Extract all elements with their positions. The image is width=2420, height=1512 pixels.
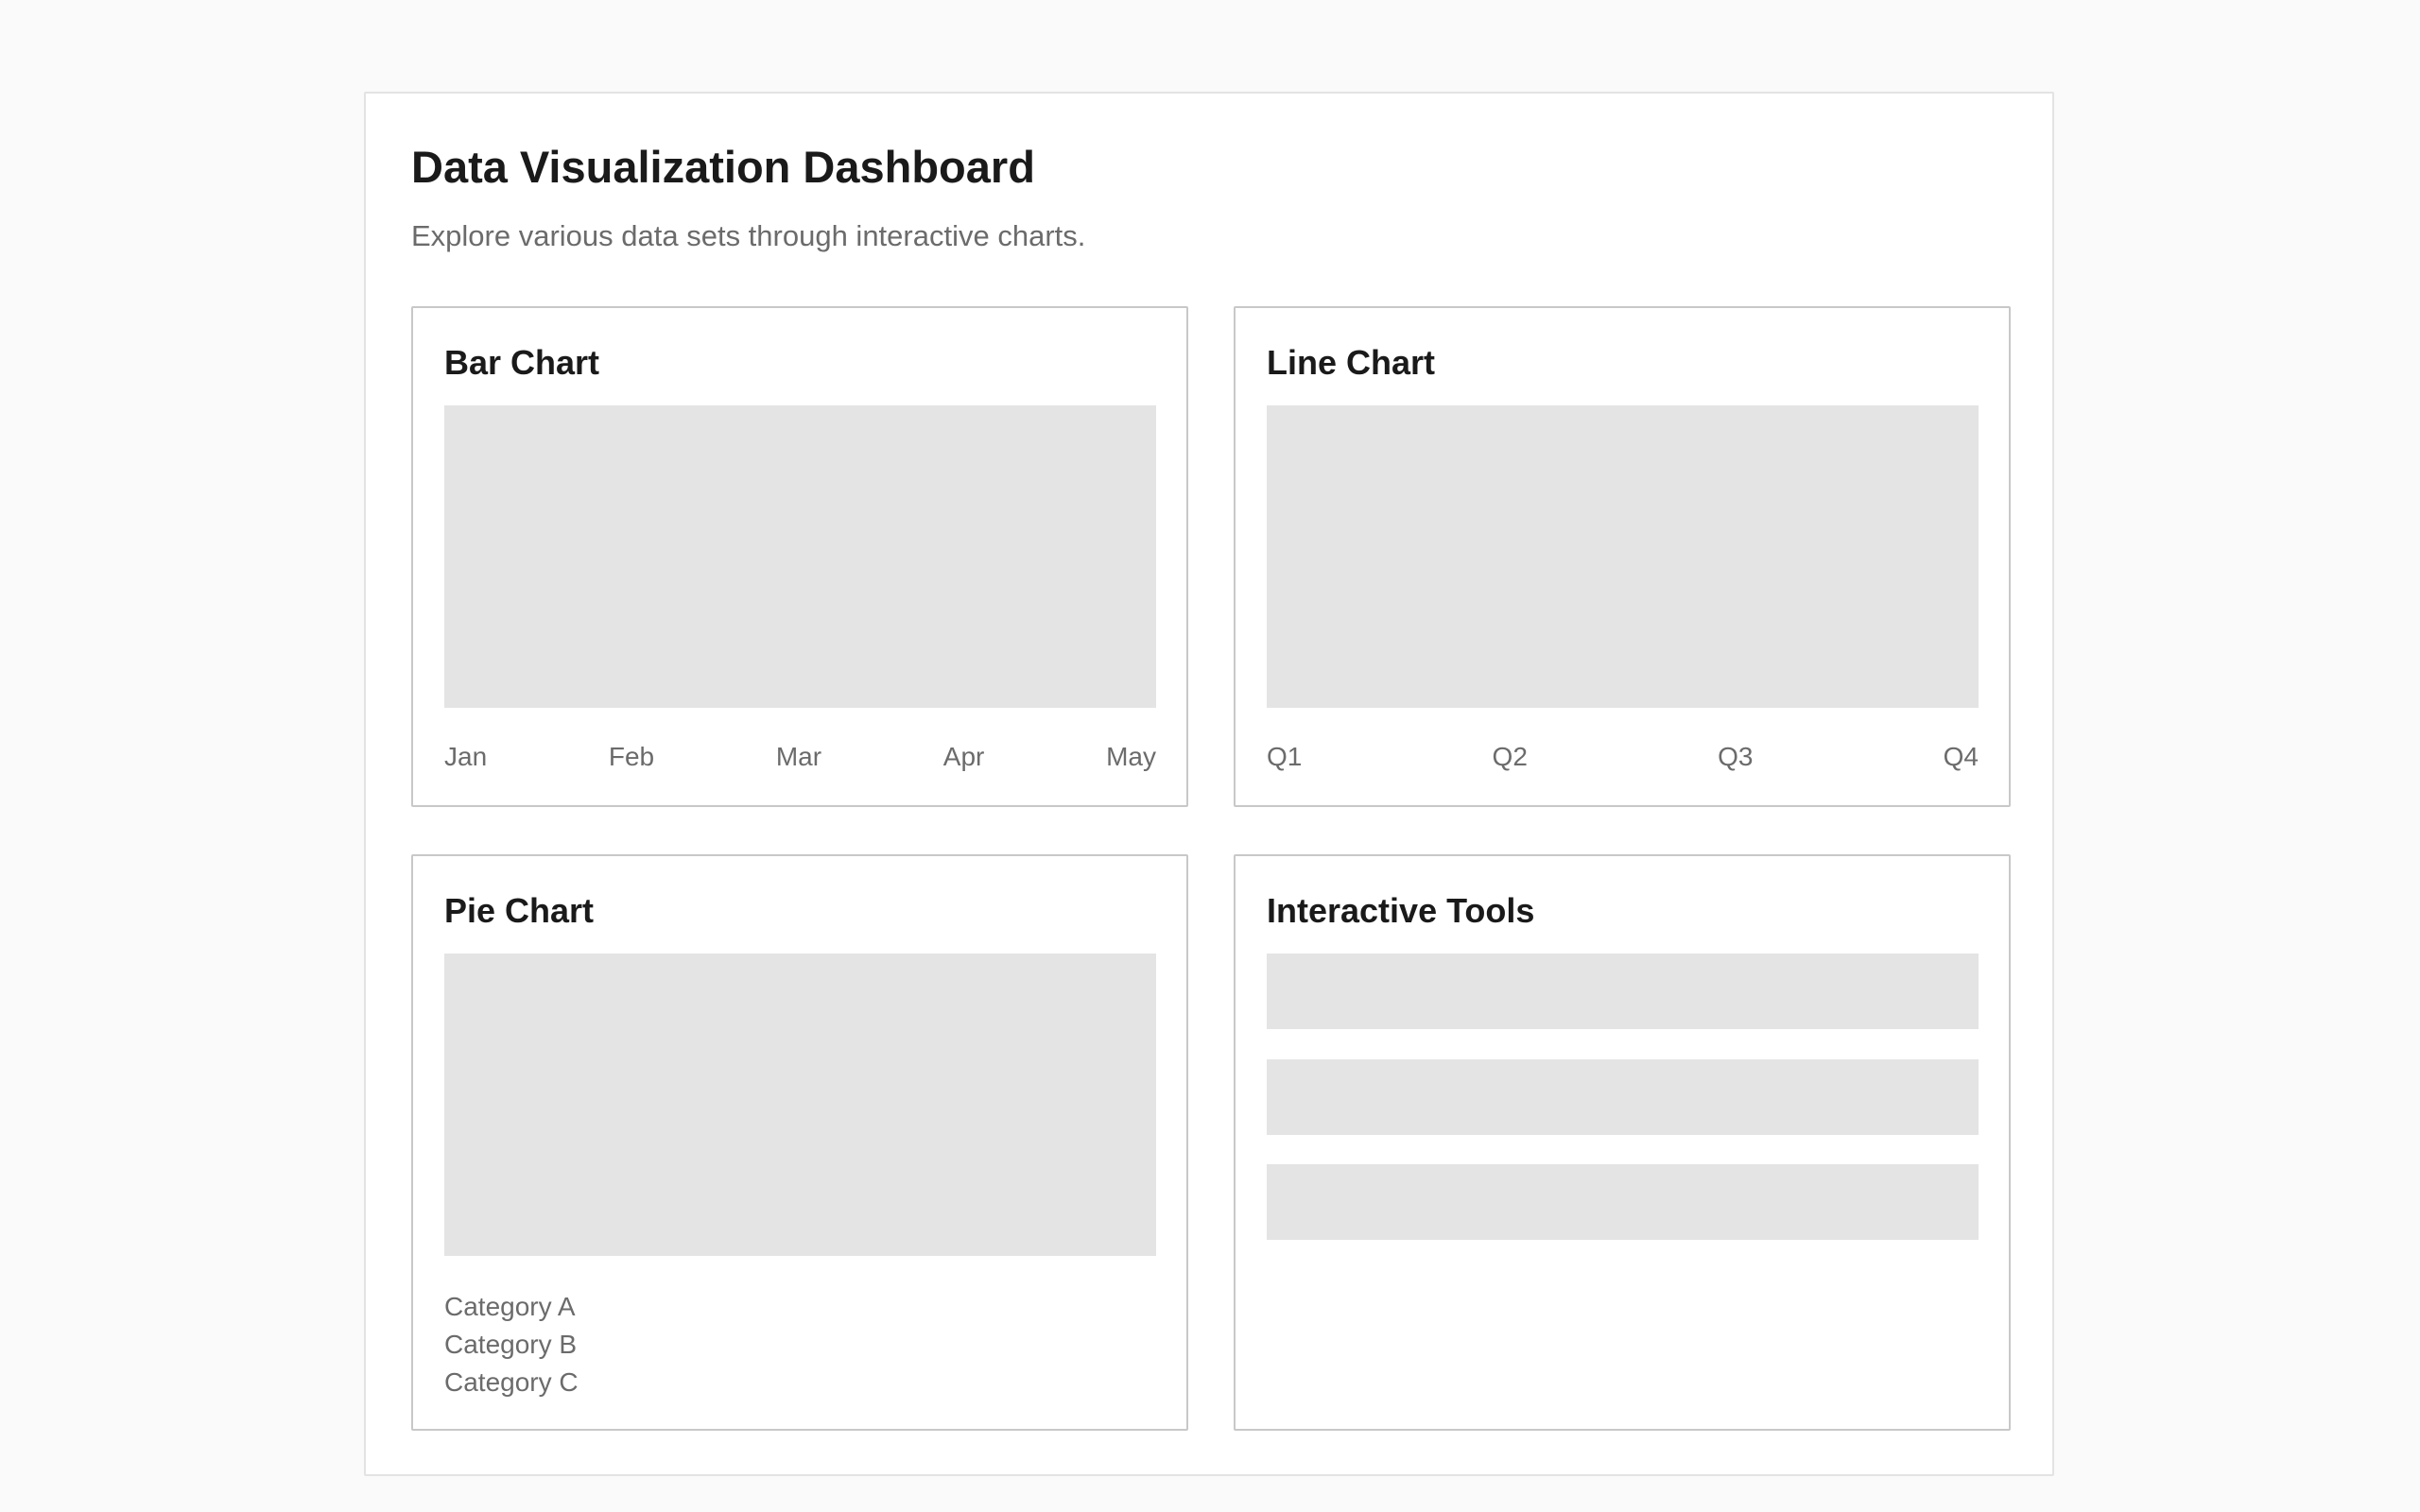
- bar-chart-title: Bar Chart: [444, 343, 600, 382]
- pie-chart-title: Pie Chart: [444, 891, 595, 930]
- pie-chart-legend: Category A Category B Category C: [444, 1288, 579, 1401]
- bar-chart-x-axis: Jan Feb Mar Apr May: [444, 741, 1156, 773]
- bar-chart-label: Feb: [608, 742, 655, 771]
- tool-control[interactable]: [1267, 1059, 1979, 1135]
- line-chart-label: Q3: [1718, 742, 1754, 771]
- line-chart-card: Line Chart Q1 Q2 Q3 Q4: [1234, 306, 2011, 807]
- line-chart-title: Line Chart: [1267, 343, 1436, 382]
- line-chart-x-axis: Q1 Q2 Q3 Q4: [1267, 741, 1979, 773]
- legend-item: Category A: [444, 1292, 576, 1321]
- legend-item: Category C: [444, 1367, 579, 1397]
- tool-control[interactable]: [1267, 954, 1979, 1029]
- interactive-tools-title: Interactive Tools: [1267, 891, 1535, 930]
- dashboard-container: Data Visualization Dashboard Explore var…: [364, 92, 2054, 1476]
- line-chart-label: Q4: [1943, 742, 1979, 771]
- line-chart-label: Q2: [1492, 742, 1528, 771]
- interactive-tools-card: Interactive Tools: [1234, 854, 2011, 1431]
- line-chart-label: Q1: [1267, 742, 1303, 771]
- line-chart-area[interactable]: [1267, 405, 1979, 708]
- tool-control[interactable]: [1267, 1164, 1979, 1240]
- bar-chart-label: Jan: [444, 742, 488, 771]
- legend-item: Category B: [444, 1330, 578, 1359]
- bar-chart-label: Mar: [775, 742, 822, 771]
- pie-chart-area[interactable]: [444, 954, 1156, 1256]
- page-title: Data Visualization Dashboard: [411, 142, 1035, 192]
- bar-chart-card: Bar Chart Jan Feb Mar Apr May: [411, 306, 1188, 807]
- pie-chart-card: Pie Chart Category A Category B Category…: [411, 854, 1188, 1431]
- page-subtitle: Explore various data sets through intera…: [411, 219, 1086, 252]
- bar-chart-label: Apr: [942, 742, 985, 771]
- bar-chart-label: May: [1106, 742, 1156, 771]
- bar-chart-area[interactable]: [444, 405, 1156, 708]
